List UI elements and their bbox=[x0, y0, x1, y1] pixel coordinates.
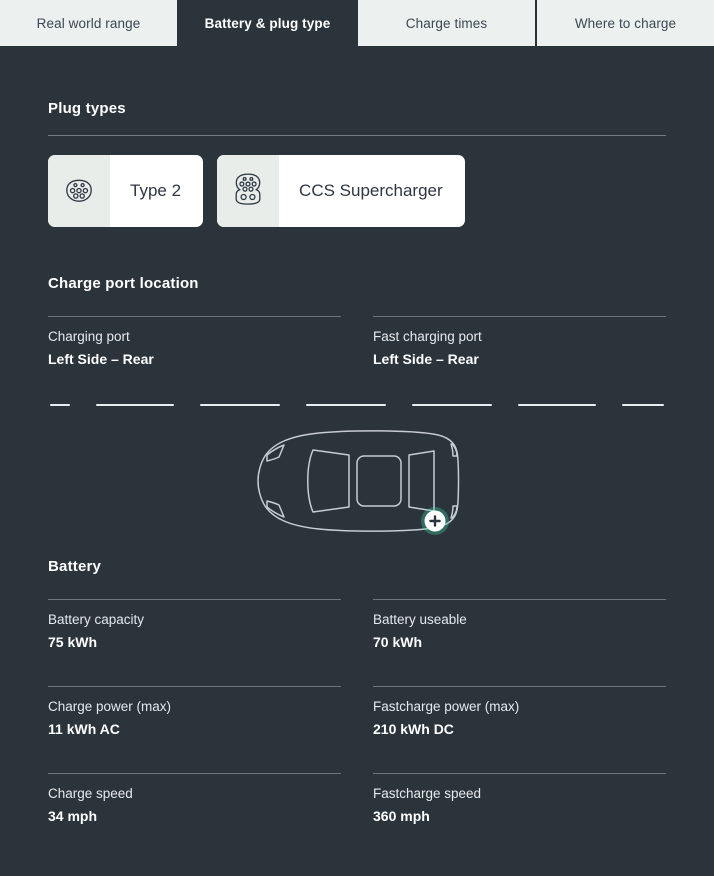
charge-port-location-heading: Charge port location bbox=[48, 275, 199, 292]
cell-divider bbox=[373, 316, 666, 317]
cell-value: Left Side – Rear bbox=[48, 351, 154, 367]
charge-port-location-grid: Charging port Left Side – Rear Fast char… bbox=[48, 316, 666, 367]
tab-battery-and-plug-type[interactable]: Battery & plug type bbox=[179, 0, 356, 46]
cell-label: Battery capacity bbox=[48, 612, 145, 627]
battery-cell-charge-speed: Charge speed 34 mph bbox=[48, 773, 341, 824]
cell-label: Battery useable bbox=[373, 612, 467, 627]
charge-port-cell-charging-port: Charging port Left Side – Rear bbox=[48, 316, 341, 367]
segment-dash bbox=[412, 404, 492, 406]
segment-dash bbox=[306, 404, 386, 406]
cell-divider bbox=[373, 686, 666, 687]
plug-type-card-ccs-supercharger[interactable]: CCS Supercharger bbox=[217, 155, 465, 227]
plug-type-card-type2[interactable]: Type 2 bbox=[48, 155, 204, 227]
cell-divider bbox=[48, 316, 341, 317]
cell-label: Charging port bbox=[48, 329, 130, 344]
cell-divider bbox=[48, 773, 341, 774]
plug-type-label: CCS Supercharger bbox=[299, 181, 443, 200]
cell-label: Fast charging port bbox=[373, 329, 482, 344]
cell-value: 210 kWh DC bbox=[373, 721, 454, 737]
cell-label: Charge speed bbox=[48, 786, 133, 801]
type2-plug-icon bbox=[61, 171, 97, 212]
tab-label: Where to charge bbox=[574, 15, 677, 31]
segment-dash bbox=[518, 404, 596, 406]
cell-value: 11 kWh AC bbox=[48, 721, 120, 737]
segment-dash bbox=[200, 404, 280, 406]
battery-cell-useable: Battery useable 70 kWh bbox=[373, 599, 666, 650]
battery-row-capacity: Battery capacity 75 kWh Battery useable … bbox=[48, 599, 666, 650]
diagram-segment-indicator-row bbox=[48, 400, 666, 410]
tab-bar: Real world range Battery & plug type Cha… bbox=[0, 0, 714, 46]
battery-heading: Battery bbox=[48, 558, 102, 575]
plug-type-label: Type 2 bbox=[130, 181, 182, 200]
cell-divider bbox=[373, 599, 666, 600]
segment-dash bbox=[50, 404, 70, 406]
car-top-view-diagram bbox=[48, 420, 666, 540]
battery-cell-fastcharge-power: Fastcharge power (max) 210 kWh DC bbox=[373, 686, 666, 737]
plug-types-heading: Plug types bbox=[48, 100, 126, 117]
tab-where-to-charge[interactable]: Where to charge bbox=[537, 0, 714, 46]
cell-divider bbox=[48, 599, 341, 600]
charge-port-marker[interactable] bbox=[421, 507, 449, 535]
battery-cell-fastcharge-speed: Fastcharge speed 360 mph bbox=[373, 773, 666, 824]
battery-row-charge-speed: Charge speed 34 mph Fastcharge speed 360… bbox=[48, 773, 666, 824]
battery-cell-charge-power: Charge power (max) 11 kWh AC bbox=[48, 686, 341, 737]
cell-divider bbox=[48, 686, 341, 687]
cell-label: Fastcharge speed bbox=[373, 786, 482, 801]
cell-value: 70 kWh bbox=[373, 634, 423, 650]
tab-real-world-range[interactable]: Real world range bbox=[0, 0, 177, 46]
charge-port-cell-fast-charging-port: Fast charging port Left Side – Rear bbox=[373, 316, 666, 367]
battery-row-charge-power: Charge power (max) 11 kWh AC Fastcharge … bbox=[48, 686, 666, 737]
plug-icon-panel bbox=[48, 155, 110, 227]
tab-charge-times[interactable]: Charge times bbox=[358, 0, 535, 46]
tab-label: Real world range bbox=[36, 15, 141, 31]
cell-label: Charge power (max) bbox=[48, 699, 172, 714]
cell-value: 34 mph bbox=[48, 808, 98, 824]
plug-types-card-list: Type 2 CCS Supercharger bbox=[48, 155, 666, 227]
tab-label: Battery & plug type bbox=[204, 15, 331, 31]
car-outline-svg bbox=[257, 430, 460, 535]
cell-label: Fastcharge power (max) bbox=[373, 699, 520, 714]
tab-label: Charge times bbox=[405, 15, 488, 31]
cell-value: Left Side – Rear bbox=[373, 351, 479, 367]
ccs-plug-icon bbox=[230, 170, 266, 213]
cell-value: 360 mph bbox=[373, 808, 430, 824]
cell-divider bbox=[373, 773, 666, 774]
tab-panel-battery-and-plug-type: Plug types Type 2 CCS Supercharger Charg… bbox=[0, 100, 714, 824]
plug-types-divider bbox=[48, 135, 666, 136]
battery-cell-capacity: Battery capacity 75 kWh bbox=[48, 599, 341, 650]
segment-dash bbox=[622, 404, 664, 406]
cell-value: 75 kWh bbox=[48, 634, 98, 650]
segment-dash bbox=[96, 404, 174, 406]
plug-icon-panel bbox=[217, 155, 280, 227]
